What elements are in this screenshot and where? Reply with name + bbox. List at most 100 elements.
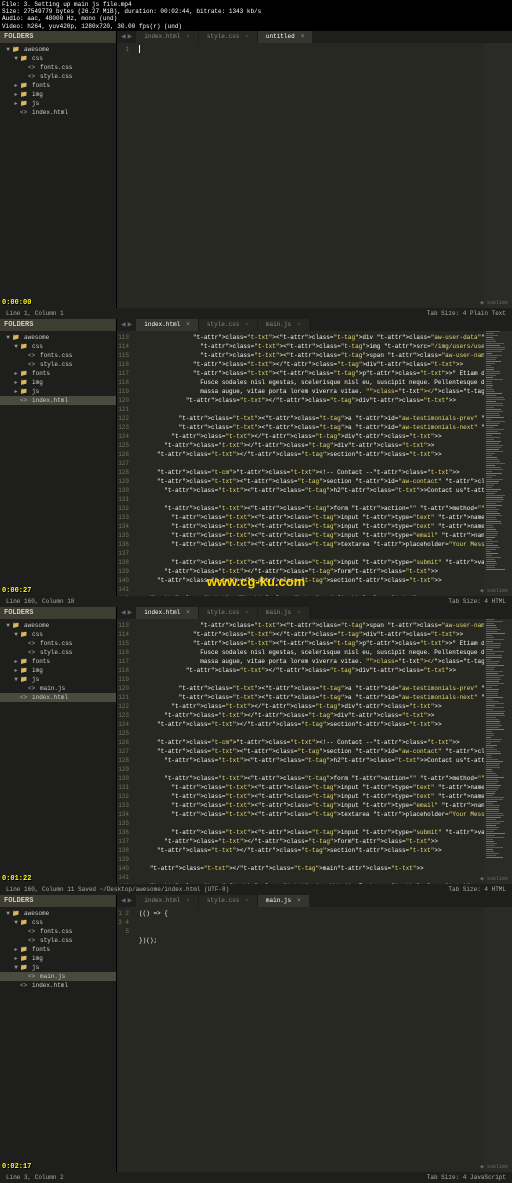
forward-icon[interactable]: ▶ <box>128 897 133 904</box>
close-icon[interactable]: × <box>186 33 190 40</box>
tree-item[interactable]: <>main.js <box>0 972 116 981</box>
folder-icon: 📁 <box>20 388 30 395</box>
tree-item[interactable]: <>style.css <box>0 72 116 81</box>
tab[interactable]: style.css× <box>199 319 257 331</box>
close-icon[interactable]: × <box>245 609 249 616</box>
status-right[interactable]: Tab Size: 4 Plain Text <box>427 310 506 317</box>
tree-item[interactable]: ▸📁img <box>0 90 116 99</box>
close-icon[interactable]: × <box>245 897 249 904</box>
close-icon[interactable]: × <box>301 33 305 40</box>
back-icon[interactable]: ◀ <box>121 609 126 616</box>
tree-item[interactable]: ▼📁awesome <box>0 45 116 54</box>
close-icon[interactable]: × <box>297 897 301 904</box>
back-icon[interactable]: ◀ <box>121 33 126 40</box>
forward-icon[interactable]: ▶ <box>128 609 133 616</box>
tab[interactable]: untitled × <box>258 31 312 43</box>
tree-item[interactable]: ▼📁awesome <box>0 333 116 342</box>
tree-item[interactable]: ▸📁fonts <box>0 369 116 378</box>
tree-item-label: js <box>32 676 39 683</box>
tree-item[interactable]: ▸📁js <box>0 387 116 396</box>
minimap[interactable] <box>484 43 512 308</box>
tree-item[interactable]: <>index.html <box>0 693 116 702</box>
minimap[interactable] <box>484 907 512 1172</box>
sidebar: FOLDERS▼📁awesome▼📁css<>fonts.css<>style.… <box>0 607 117 884</box>
tab[interactable]: main.js× <box>258 319 309 331</box>
tab[interactable]: style.css× <box>199 895 257 907</box>
close-icon[interactable]: × <box>297 609 301 616</box>
tab[interactable]: style.css× <box>199 607 257 619</box>
line-gutter: 1 <box>117 43 133 308</box>
tree-item[interactable]: ▼📁css <box>0 630 116 639</box>
tree-item[interactable]: ▸📁fonts <box>0 81 116 90</box>
tree-item[interactable]: ▸📁js <box>0 99 116 108</box>
file-icon: <> <box>28 352 38 359</box>
tab[interactable]: index.html× <box>136 319 198 331</box>
folder-icon: 📁 <box>20 631 30 638</box>
back-icon[interactable]: ◀ <box>121 897 126 904</box>
video-size-line: Size: 27549779 bytes (26.27 MiB), durati… <box>2 8 510 15</box>
close-icon[interactable]: × <box>297 321 301 328</box>
tree-item[interactable]: <>main.js <box>0 684 116 693</box>
tab[interactable]: index.html × <box>136 607 198 619</box>
close-icon[interactable]: × <box>245 33 249 40</box>
tree-item[interactable]: <>style.css <box>0 360 116 369</box>
tree-item-label: style.css <box>40 73 72 80</box>
tree-item[interactable]: ▼📁css <box>0 54 116 63</box>
disclosure-arrow-icon: ▸ <box>12 946 20 953</box>
tree-item[interactable]: ▸📁img <box>0 378 116 387</box>
tree-item-label: img <box>32 667 43 674</box>
close-icon[interactable]: × <box>186 609 190 616</box>
tree-item[interactable]: ▼📁css <box>0 342 116 351</box>
minimap[interactable] <box>484 331 512 596</box>
code-editor[interactable]: "t-attr">class="t-txt"><"t-attr">class="… <box>133 619 484 884</box>
tree-item[interactable]: <>index.html <box>0 396 116 405</box>
code-editor[interactable]: "t-attr">class="t-txt"><"t-attr">class="… <box>133 331 484 596</box>
back-icon[interactable]: ◀ <box>121 321 126 328</box>
sidebar-header: FOLDERS <box>0 895 116 907</box>
close-icon[interactable]: × <box>245 321 249 328</box>
status-right[interactable]: Tab Size: 4 JavaScript <box>427 1174 506 1181</box>
tree-item[interactable]: ▼📁js <box>0 963 116 972</box>
tree-item[interactable]: ▸📁img <box>0 666 116 675</box>
tree-item[interactable]: <>fonts.css <box>0 63 116 72</box>
sublime-badge: ◆ sublime <box>480 1164 508 1170</box>
file-icon: <> <box>28 973 38 980</box>
tree-item[interactable]: ▼📁css <box>0 918 116 927</box>
forward-icon[interactable]: ▶ <box>128 33 133 40</box>
tab[interactable]: main.js× <box>258 895 309 907</box>
tab[interactable]: style.css× <box>199 31 257 43</box>
tab[interactable]: index.html× <box>136 895 198 907</box>
tree-item[interactable]: ▼📁js <box>0 675 116 684</box>
tree-item[interactable]: <>index.html <box>0 981 116 990</box>
status-right[interactable]: Tab Size: 4 HTML <box>448 886 506 893</box>
tab-label: untitled <box>266 33 295 40</box>
tree-item[interactable]: <>fonts.css <box>0 639 116 648</box>
folder-icon: 📁 <box>20 667 30 674</box>
code-editor[interactable]: (() => { })(); <box>133 907 484 1172</box>
tree-item[interactable]: <>style.css <box>0 936 116 945</box>
tree-item[interactable]: <>index.html <box>0 108 116 117</box>
tree-item[interactable]: <>fonts.css <box>0 351 116 360</box>
status-left: Line 3, Column 2 <box>6 1174 64 1181</box>
tree-item[interactable]: ▸📁fonts <box>0 657 116 666</box>
status-right[interactable]: Tab Size: 4 HTML <box>448 598 506 605</box>
close-icon[interactable]: × <box>186 321 190 328</box>
forward-icon[interactable]: ▶ <box>128 321 133 328</box>
close-icon[interactable]: × <box>186 897 190 904</box>
folder-icon: 📁 <box>20 91 30 98</box>
tree-item[interactable]: ▼📁awesome <box>0 621 116 630</box>
code-editor[interactable] <box>133 43 484 308</box>
tree-item[interactable]: ▸📁fonts <box>0 945 116 954</box>
tree-item[interactable]: ▼📁awesome <box>0 909 116 918</box>
tree-item[interactable]: <>fonts.css <box>0 927 116 936</box>
folder-icon: 📁 <box>20 100 30 107</box>
tree-item-label: main.js <box>40 685 65 692</box>
tab[interactable]: main.js× <box>258 607 309 619</box>
minimap[interactable] <box>484 619 512 884</box>
tab-bar: ◀▶index.html×style.css×main.js× <box>117 607 512 619</box>
tab-label: index.html <box>144 609 180 616</box>
tree-item[interactable]: ▸📁img <box>0 954 116 963</box>
editor-pane: FOLDERS▼📁awesome▼📁css<>fonts.css<>style.… <box>0 31 512 319</box>
tab[interactable]: index.html× <box>136 31 198 43</box>
tree-item[interactable]: <>style.css <box>0 648 116 657</box>
